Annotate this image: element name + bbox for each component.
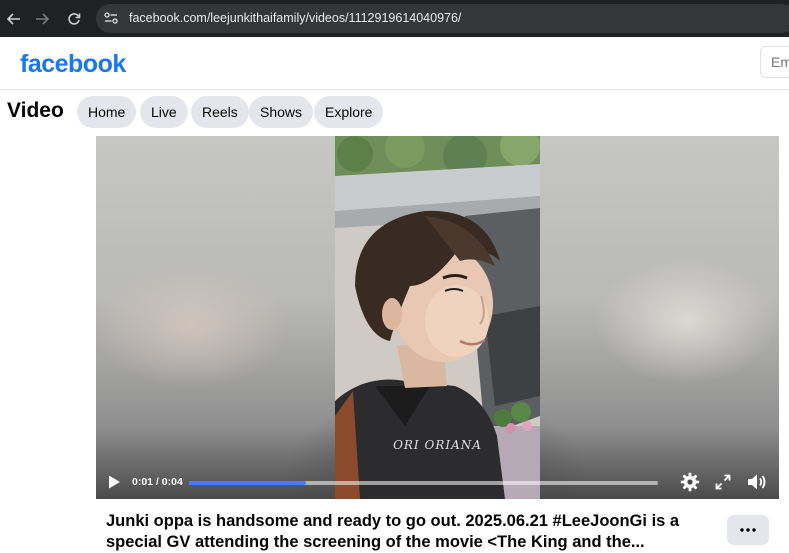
video-watermark: ORI ORIANA xyxy=(393,438,482,452)
video-progress-bar[interactable] xyxy=(189,481,658,485)
video-player[interactable]: ORI ORIANA 0:01 / 0:04 xyxy=(96,136,779,499)
tab-reels[interactable]: Reels xyxy=(191,96,249,128)
url-text[interactable]: facebook.com/leejunkithaifamily/videos/1… xyxy=(129,4,461,33)
video-frame[interactable]: ORI ORIANA xyxy=(335,136,540,499)
video-controls: 0:01 / 0:04 xyxy=(96,466,779,499)
gear-icon[interactable] xyxy=(680,472,700,492)
fullscreen-icon[interactable] xyxy=(715,474,731,490)
tab-live[interactable]: Live xyxy=(140,96,188,128)
tab-shows[interactable]: Shows xyxy=(249,96,314,128)
tab-explore[interactable]: Explore xyxy=(314,96,384,128)
play-icon[interactable] xyxy=(106,474,122,490)
address-bar[interactable]: facebook.com/leejunkithaifamily/videos/1… xyxy=(96,4,789,33)
facebook-logo[interactable]: facebook xyxy=(20,50,126,78)
video-caption[interactable]: Junki oppa is handsome and ready to go o… xyxy=(106,511,718,553)
more-icon[interactable] xyxy=(727,515,769,545)
email-field[interactable] xyxy=(760,46,789,78)
tab-home[interactable]: Home xyxy=(77,96,137,128)
site-info-icon[interactable] xyxy=(103,10,119,26)
browser-toolbar: facebook.com/leejunkithaifamily/videos/1… xyxy=(0,0,789,37)
video-progress-fill xyxy=(189,481,307,485)
page-title: Video xyxy=(7,99,64,122)
forward-arrow-icon[interactable] xyxy=(28,0,56,37)
video-time: 0:01 / 0:04 xyxy=(132,476,183,488)
back-arrow-icon[interactable] xyxy=(0,0,28,37)
reload-icon[interactable] xyxy=(60,0,88,37)
volume-icon[interactable] xyxy=(746,472,768,492)
